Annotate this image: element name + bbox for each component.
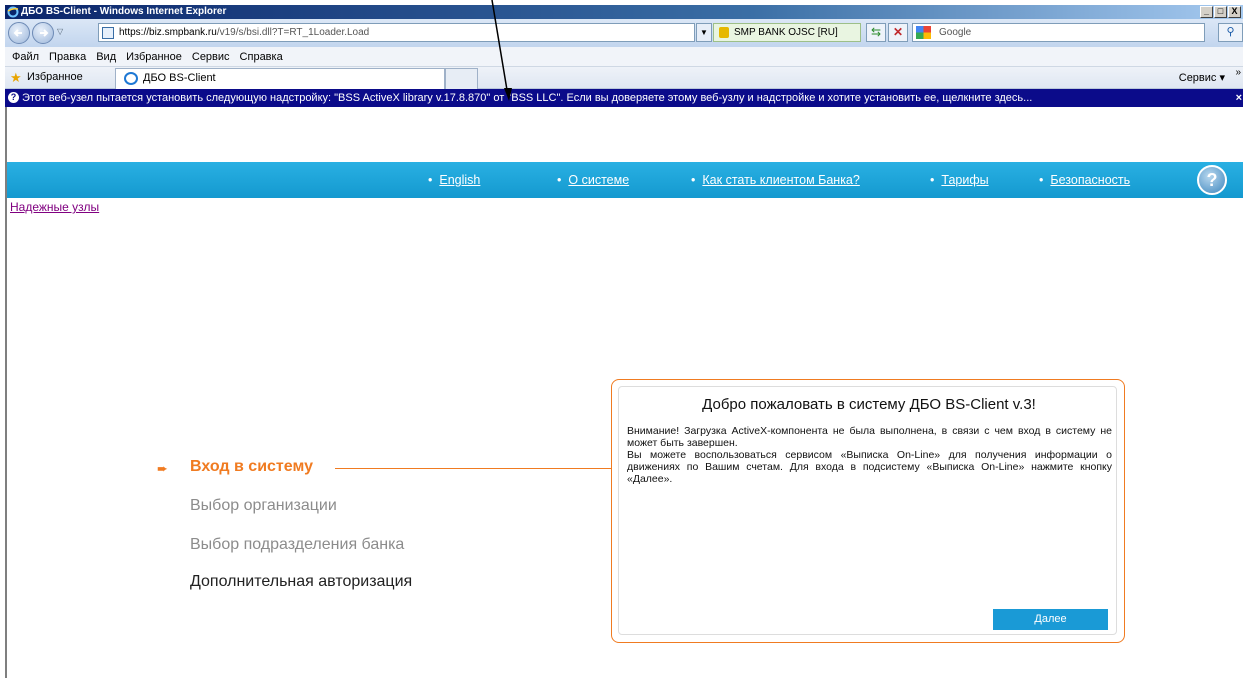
tools-menu-button[interactable]: Сервис ▾ [1179,71,1225,84]
forward-arrow-icon [40,29,49,37]
site-top-nav: English О системе Как стать клиентом Бан… [7,162,1243,198]
step-connector-line [335,468,611,469]
url-domain: https://biz.smpbank.ru [119,27,217,38]
minimize-button[interactable]: _ [1200,6,1213,18]
step-select-organization: Выбор организации [190,497,337,514]
infobar-message: Этот веб-узел пытается установить следую… [22,92,1033,104]
tab-bs-client[interactable]: ДБО BS-Client [115,68,445,89]
google-icon [916,26,931,39]
toolbar-overflow-icon[interactable]: » [1235,67,1241,78]
nav-english[interactable]: English [428,173,480,187]
trusted-sites-link[interactable]: Надежные узлы [10,200,99,214]
search-button[interactable]: ⚲ [1218,23,1243,42]
dialog-inner-frame [618,386,1117,635]
menu-edit[interactable]: Правка [44,51,91,63]
menu-view[interactable]: Вид [91,51,121,63]
lock-icon [719,27,729,38]
nav-become-client[interactable]: Как стать клиентом Банка? [691,173,859,187]
back-arrow-icon [13,29,22,37]
window-titlebar: ДБО BS-Client - Windows Internet Explore… [5,5,1243,19]
information-bar[interactable]: ? Этот веб-узел пытается установить след… [5,89,1243,107]
welcome-dialog: Добро пожаловать в систему ДБО BS-Client… [611,379,1125,643]
search-input[interactable]: Google [912,23,1205,42]
next-button[interactable]: Далее [993,609,1108,630]
address-dropdown-button[interactable]: ▼ [696,23,712,42]
dialog-warning-text: Внимание! Загрузка ActiveX-компонента не… [627,425,1112,449]
window-title: ДБО BS-Client - Windows Internet Explore… [21,6,227,17]
favorites-tab-bar: ★ Избранное ДБО BS-Client Сервис ▾ » [5,67,1243,89]
nav-tariffs[interactable]: Тарифы [930,173,988,187]
menu-bar: Файл Правка Вид Избранное Сервис Справка [5,47,1243,67]
security-report[interactable]: SMP BANK OJSC [RU] [713,23,861,42]
url-path: /v19/s/bsi.dll?T=RT_1Loader.Load [216,27,370,38]
dialog-title: Добро пожаловать в систему ДБО BS-Client… [702,396,1036,413]
tab-title: ДБО BS-Client [143,72,216,84]
ie-tab-icon [124,72,138,85]
refresh-button[interactable]: ⇆ [866,23,886,42]
stop-button[interactable]: ✕ [888,23,908,42]
address-input[interactable]: https://biz.smpbank.ru/v19/s/bsi.dll?T=R… [98,23,695,42]
search-placeholder: Google [939,27,972,38]
dialog-info-text: Вы можете воспользоваться сервисом «Выпи… [627,449,1112,485]
step-login: Вход в систему [190,458,313,475]
close-window-button[interactable]: X [1228,6,1241,18]
new-tab-button[interactable] [445,68,478,89]
favorites-button[interactable]: Избранное [27,71,83,83]
nav-about[interactable]: О системе [557,173,629,187]
page-icon [102,27,114,39]
navigation-bar: ▽ https://biz.smpbank.ru/v19/s/bsi.dll?T… [5,19,1243,47]
ie-logo-icon [7,6,19,18]
page-content: English О системе Как стать клиентом Бан… [5,107,1243,678]
dialog-body: Внимание! Загрузка ActiveX-компонента не… [627,425,1112,485]
menu-tools[interactable]: Сервис [187,51,235,63]
menu-help[interactable]: Справка [235,51,288,63]
shield-info-icon: ? [8,92,19,103]
step-select-branch: Выбор подразделения банка [190,536,405,553]
step-additional-auth: Дополнительная авторизация [190,573,413,590]
menu-favorites[interactable]: Избранное [121,51,187,63]
maximize-button[interactable]: □ [1214,6,1227,18]
nav-security[interactable]: Безопасность [1039,173,1130,187]
infobar-close-button[interactable]: × [1236,89,1242,107]
back-button[interactable] [8,22,30,44]
menu-file[interactable]: Файл [7,51,44,63]
forward-button[interactable] [32,22,54,44]
history-dropdown-icon[interactable]: ▽ [57,27,63,36]
star-icon: ★ [10,70,22,85]
help-icon[interactable]: ? [1197,165,1227,195]
arrow-right-icon: ➨ [157,461,168,476]
security-label: SMP BANK OJSC [RU] [734,27,838,38]
